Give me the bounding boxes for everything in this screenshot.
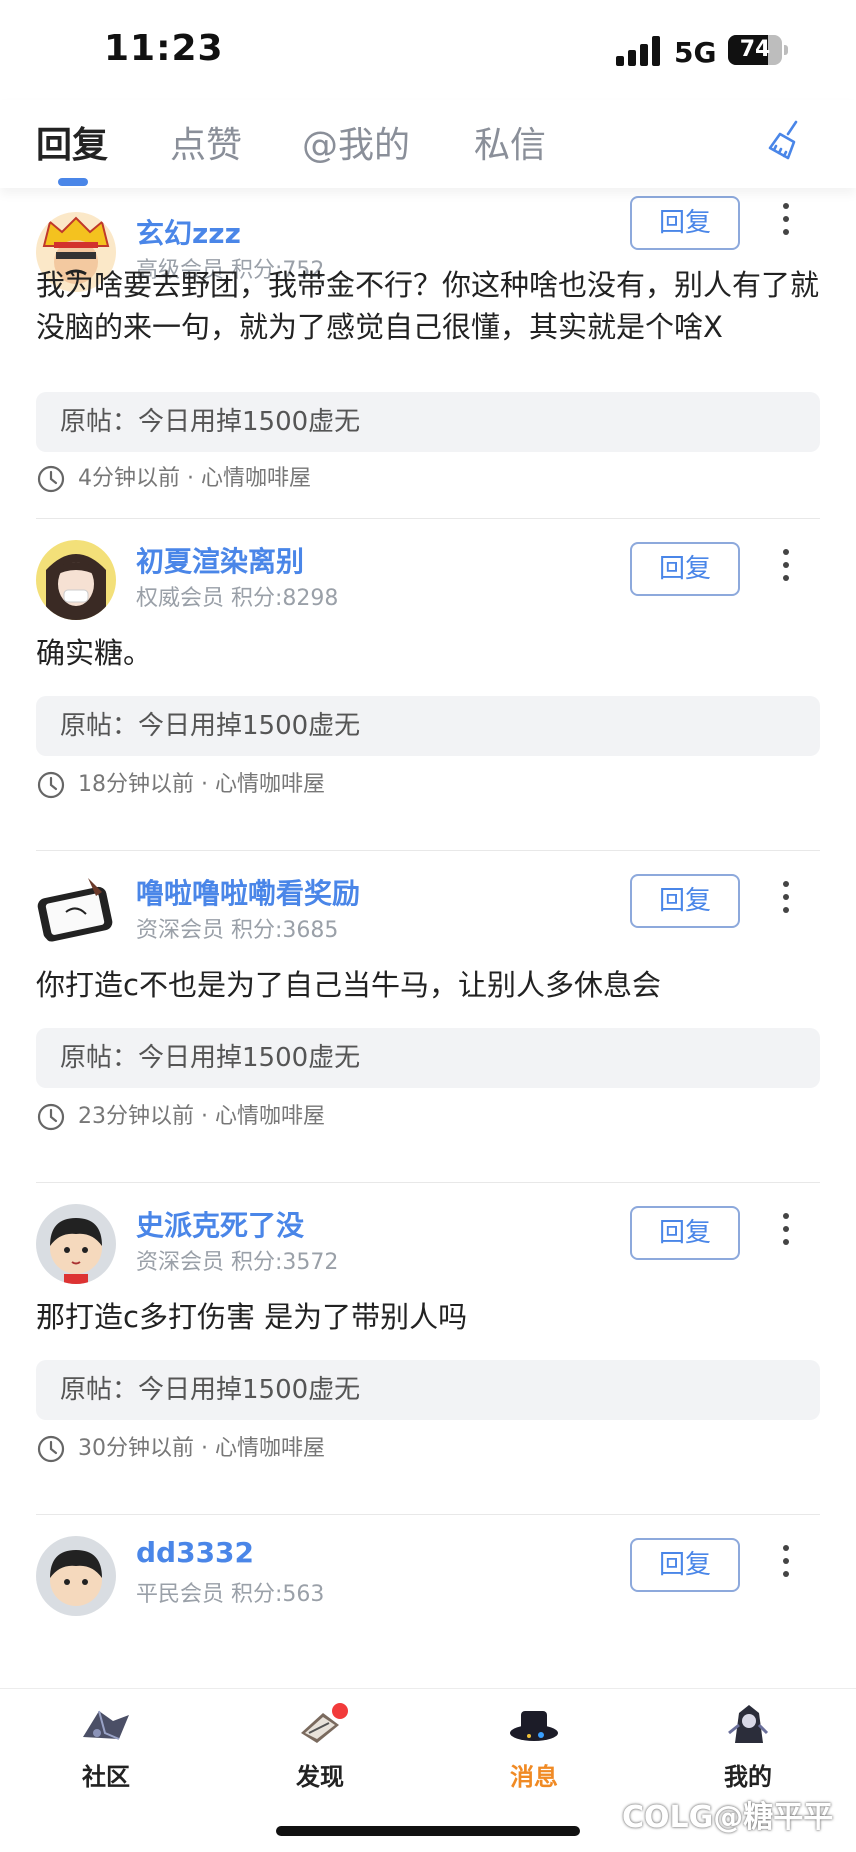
quote-text: 原帖：今日用掉1500虚无 (60, 1043, 361, 1073)
clock-icon (37, 1103, 65, 1131)
divider (36, 1514, 820, 1515)
clock-icon (37, 771, 65, 799)
cellular-signal-icon (616, 36, 662, 66)
original-post-quote[interactable]: 原帖：今日用掉1500虚无 (36, 392, 820, 452)
message-time-and-board: 4分钟以前 · 心情咖啡屋 (78, 466, 311, 491)
avatar[interactable] (36, 1204, 116, 1284)
divider (36, 518, 820, 519)
clock-icon (37, 465, 65, 493)
original-post-quote[interactable]: 原帖：今日用掉1500虚无 (36, 696, 820, 756)
message-content: 那打造c多打伤害 是为了带别人吗 (36, 1300, 468, 1334)
network-type: 5G (674, 36, 717, 69)
avatar[interactable] (36, 540, 116, 620)
profile-icon (728, 1705, 769, 1743)
home-indicator[interactable] (276, 1826, 580, 1836)
avatar[interactable] (36, 1536, 116, 1616)
message-icon (510, 1711, 558, 1741)
message-tab-bar: 回复 点赞 @我的 私信 (0, 100, 856, 188)
status-time: 11:23 (104, 28, 224, 69)
more-vertical-icon[interactable] (780, 1210, 792, 1250)
user-name[interactable]: 初夏渲染离别 (136, 540, 304, 580)
message-time-and-board: 18分钟以前 · 心情咖啡屋 (78, 772, 325, 797)
user-name[interactable]: 噜啦噜啦嘞看奖励 (136, 872, 360, 912)
nav-label: 社区 (82, 1763, 130, 1791)
quote-text: 原帖：今日用掉1500虚无 (60, 1375, 361, 1405)
reply-button[interactable]: 回复 (630, 196, 740, 250)
battery-tip (784, 45, 788, 55)
user-name[interactable]: 史派克死了没 (136, 1204, 304, 1244)
watermark: COLG@糖平平 (622, 1800, 834, 1835)
avatar[interactable] (36, 872, 116, 952)
reply-button[interactable]: 回复 (630, 874, 740, 928)
more-vertical-icon[interactable] (780, 200, 792, 240)
active-tab-indicator (58, 178, 88, 186)
list-item: 史派克死了没 资深会员 积分:3572 回复 那打造c多打伤害 是为了带别人吗 … (36, 1184, 820, 1516)
message-content: 你打造c不也是为了自己当牛马，让别人多休息会 (36, 968, 661, 1002)
community-icon (83, 1710, 129, 1740)
nav-discover[interactable]: 发现 (260, 1703, 380, 1803)
divider (36, 850, 820, 851)
quote-text: 原帖：今日用掉1500虚无 (60, 711, 361, 741)
user-name[interactable]: 玄幻zzz (136, 212, 241, 252)
quote-text: 原帖：今日用掉1500虚无 (60, 407, 361, 437)
reply-button[interactable]: 回复 (630, 542, 740, 596)
user-level: 权威会员 积分:8298 (136, 586, 339, 611)
nav-label: 我的 (724, 1763, 772, 1791)
notification-badge (332, 1703, 348, 1719)
nav-label: 消息 (510, 1763, 558, 1791)
tab-likes[interactable]: 点赞 (170, 116, 242, 168)
user-level: 平民会员 积分:563 (136, 1582, 325, 1607)
battery-level: 74 (739, 37, 771, 62)
reply-message-list: 玄幻zzz 高级会员 积分:752 回复 我为啥要去野团，我带金不行？你这种啥也… (0, 188, 856, 1688)
nav-profile[interactable]: 我的 (688, 1703, 808, 1803)
tab-private-messages[interactable]: 私信 (474, 116, 546, 168)
message-content: 确实糖。 (36, 636, 153, 670)
more-vertical-icon[interactable] (780, 546, 792, 586)
tab-mentions[interactable]: @我的 (302, 116, 410, 168)
more-vertical-icon[interactable] (780, 878, 792, 918)
message-content: 我为啥要去野团，我带金不行？你这种啥也没有，别人有了就没脑的来一句，就为了感觉自… (36, 268, 820, 344)
user-level: 资深会员 积分:3572 (136, 1250, 339, 1275)
nav-messages[interactable]: 消息 (474, 1703, 594, 1803)
reply-button[interactable]: 回复 (630, 1538, 740, 1592)
status-bar: 11:23 5G 74 (0, 0, 856, 100)
battery-icon: 74 (728, 35, 782, 65)
more-vertical-icon[interactable] (780, 1542, 792, 1582)
message-time-and-board: 23分钟以前 · 心情咖啡屋 (78, 1104, 325, 1129)
divider (36, 1182, 820, 1183)
broom-icon[interactable] (766, 118, 810, 162)
user-name[interactable]: dd3332 (136, 1536, 254, 1569)
clock-icon (37, 1435, 65, 1463)
list-item: dd3332 平民会员 积分:563 回复 (36, 1516, 820, 1688)
original-post-quote[interactable]: 原帖：今日用掉1500虚无 (36, 1028, 820, 1088)
user-level: 资深会员 积分:3685 (136, 918, 339, 943)
nav-label: 发现 (296, 1763, 344, 1791)
list-item: 噜啦噜啦嘞看奖励 资深会员 积分:3685 回复 你打造c不也是为了自己当牛马，… (36, 852, 820, 1184)
nav-community[interactable]: 社区 (46, 1703, 166, 1803)
message-time-and-board: 30分钟以前 · 心情咖啡屋 (78, 1436, 325, 1461)
original-post-quote[interactable]: 原帖：今日用掉1500虚无 (36, 1360, 820, 1420)
list-item: 玄幻zzz 高级会员 积分:752 回复 我为啥要去野团，我带金不行？你这种啥也… (36, 188, 820, 520)
tab-reply[interactable]: 回复 (36, 116, 108, 168)
reply-button[interactable]: 回复 (630, 1206, 740, 1260)
list-item: 初夏渲染离别 权威会员 积分:8298 回复 确实糖。 原帖：今日用掉1500虚… (36, 520, 820, 852)
